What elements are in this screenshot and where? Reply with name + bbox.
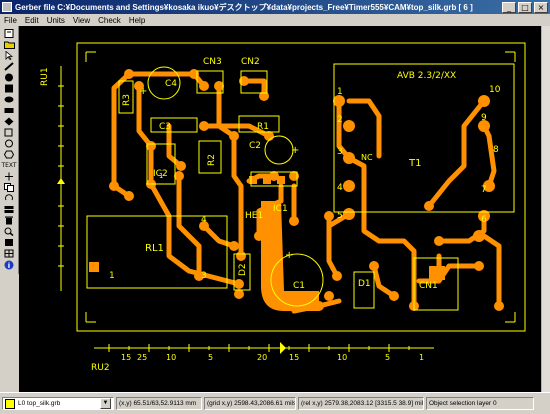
layer-id: L0: [18, 400, 26, 407]
layer-selector[interactable]: L0 top_silk.grb ▼: [2, 397, 114, 410]
ic2-pin-label: 1: [159, 172, 163, 180]
selection-status: Object selection layer 0: [426, 397, 534, 410]
filled-circle-icon[interactable]: [3, 73, 15, 82]
zoom-icon[interactable]: [3, 227, 15, 236]
menu-units[interactable]: Units: [43, 16, 69, 25]
rl1-pin-4: 4: [201, 215, 207, 225]
label-rl1: RL1: [145, 243, 164, 254]
t1-pin-4: 4: [337, 183, 343, 193]
c2-polarity: +: [291, 145, 299, 156]
label-r2: R2: [207, 154, 217, 166]
close-button[interactable]: ×: [534, 1, 548, 13]
ruler-num-2: 5: [208, 353, 213, 362]
label-nc: NC: [361, 153, 373, 162]
label-c1: C1: [293, 281, 305, 291]
t1-pin-8: 8: [493, 145, 499, 155]
square-outline-icon[interactable]: [3, 128, 15, 137]
gerber-canvas[interactable]: RU1 15 10 5 25 20 15 10 5 1 RU2 + + + C4…: [19, 26, 541, 392]
t1-pin-10: 10: [489, 85, 501, 95]
circle-outline-icon[interactable]: [3, 139, 15, 148]
ru1-label: RU1: [40, 67, 50, 86]
filled-square-icon[interactable]: [3, 84, 15, 93]
ruler-ru2: 15 10 5 25 20 15 10 5 1 RU2: [91, 342, 434, 373]
label-d2: D2: [238, 263, 248, 276]
pencil-icon[interactable]: [3, 62, 15, 71]
label-r3: R3: [122, 94, 132, 106]
filled-rect-icon[interactable]: [3, 106, 15, 115]
status-bar: L0 top_silk.grb ▼ (x,y) 65.51/63,52.9113…: [0, 392, 550, 414]
rotate-icon[interactable]: [3, 194, 15, 203]
label-cn3: CN3: [203, 57, 222, 67]
t1-pin-5: 5: [337, 211, 343, 221]
app-icon: [2, 2, 12, 12]
label-ic1: IC1: [273, 204, 288, 214]
filled-oval-icon[interactable]: [3, 95, 15, 104]
rl1-pin-3: 3: [201, 271, 207, 281]
label-d1: D1: [358, 279, 371, 289]
ruler-num-3: 25: [137, 353, 147, 362]
tool-palette: TEXT i: [0, 26, 19, 274]
label-c2: C2: [249, 141, 261, 151]
copy-icon[interactable]: [3, 183, 15, 192]
c4-polarity: +: [139, 86, 147, 97]
title-bar: Gerber file C:¥Documents and Settings¥ko…: [0, 0, 550, 14]
label-c4: C4: [165, 79, 177, 89]
ruler-num-0: 15: [121, 353, 131, 362]
label-cn2: CN2: [241, 57, 260, 67]
menu-edit[interactable]: Edit: [21, 16, 43, 25]
ruler-num-1: 10: [166, 353, 176, 362]
menu-bar: File Edit Units View Check Help: [0, 14, 550, 26]
label-he1: HE1: [245, 211, 263, 221]
ruler-num-5: 15: [289, 353, 299, 362]
menu-view[interactable]: View: [69, 16, 94, 25]
label-t1: T1: [408, 158, 421, 169]
layers-icon[interactable]: [3, 205, 15, 214]
grid-icon[interactable]: [3, 249, 15, 258]
arrow-icon[interactable]: [3, 51, 15, 60]
t1-pin-6: 6: [481, 215, 487, 225]
layer-name: top_silk.grb: [27, 400, 61, 407]
pan-icon[interactable]: [3, 238, 15, 247]
t1-pin-2: 2: [337, 115, 343, 125]
ru2-label: RU2: [91, 363, 110, 373]
menu-file[interactable]: File: [0, 16, 21, 25]
ruler-num-8: 1: [419, 353, 424, 362]
info-icon[interactable]: i: [3, 260, 15, 269]
ruler-ru1: RU1: [40, 66, 65, 291]
menu-help[interactable]: Help: [125, 16, 149, 25]
diamond-icon[interactable]: [3, 117, 15, 126]
t1-pin-1: 1: [337, 87, 343, 97]
ruler-num-4: 20: [257, 353, 267, 362]
open-folder-icon[interactable]: [3, 40, 15, 49]
t1-pin-9: 9: [481, 113, 487, 123]
move-icon[interactable]: [3, 172, 15, 181]
t1-pin-7: 7: [481, 185, 487, 195]
vertical-scrollbar[interactable]: [541, 26, 550, 392]
maximize-button[interactable]: □: [518, 1, 532, 13]
label-cn1: CN1: [419, 281, 438, 291]
label-r1: R1: [257, 122, 269, 132]
pcb-drawing: RU1 15 10 5 25 20 15 10 5 1 RU2 + + + C4…: [40, 42, 526, 373]
open-file-icon[interactable]: [3, 29, 15, 38]
hexagon-icon[interactable]: [3, 150, 15, 159]
rel-xy-readout: (rel x,y) 2579.38,2083.12 [3315.5 38.9] …: [298, 397, 424, 410]
board-title: AVB 2.3/2/XX: [397, 71, 456, 81]
text-tool-icon[interactable]: TEXT: [1, 161, 17, 170]
minimize-button[interactable]: _: [502, 1, 516, 13]
info-icon-glyph: i: [8, 261, 10, 269]
c1-polarity: +: [285, 250, 293, 261]
t1-pin-3: 3: [337, 147, 343, 157]
delete-icon[interactable]: [3, 216, 15, 225]
ruler-num-6: 10: [337, 353, 347, 362]
rl1-pin-1: 1: [109, 271, 115, 281]
label-c3: C3: [159, 122, 171, 132]
text-tool-label: TEXT: [1, 162, 17, 169]
menu-check[interactable]: Check: [94, 16, 125, 25]
layer-color-swatch: [5, 398, 15, 409]
chevron-down-icon[interactable]: ▼: [100, 398, 111, 409]
ruler-num-7: 5: [385, 353, 390, 362]
grid-xy-readout: (grid x,y) 2598.43,2086.61 mils: [204, 397, 296, 410]
window-title: Gerber file C:¥Documents and Settings¥ko…: [15, 2, 473, 12]
xy-readout: (x,y) 65.51/63,52.9113 mm: [116, 397, 202, 410]
